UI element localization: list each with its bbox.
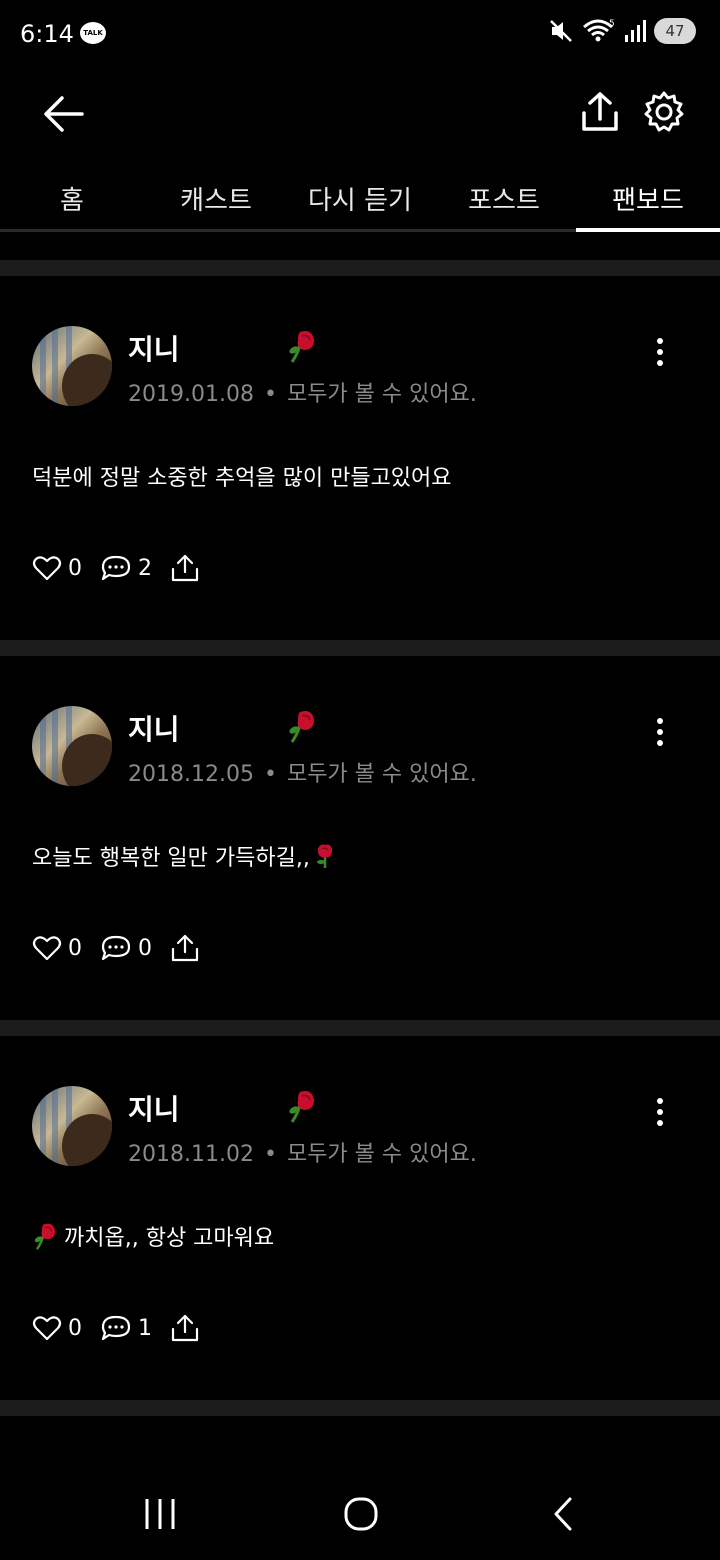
tab-fanboard[interactable]: 팬보드: [576, 162, 720, 232]
post-visibility: 모두가 볼 수 있어요.: [286, 1142, 477, 1167]
share-icon: [582, 92, 618, 131]
share-icon: [171, 554, 199, 582]
like-count: 0: [68, 935, 82, 961]
rose-icon: [316, 844, 332, 868]
wifi-label: 5: [609, 19, 615, 29]
like-button[interactable]: 0: [32, 934, 82, 962]
post-share-button[interactable]: [170, 1314, 200, 1342]
heart-icon: [32, 1316, 62, 1341]
arrow-left-icon: [44, 96, 84, 132]
signal-icon: [625, 20, 646, 42]
wifi-icon: 5: [583, 19, 615, 42]
tab-post[interactable]: 포스트: [432, 162, 576, 229]
comment-button[interactable]: 2: [100, 554, 152, 582]
app-header: [0, 68, 720, 158]
avatar[interactable]: [32, 1086, 112, 1166]
chevron-left-icon: [554, 1497, 572, 1531]
like-count: 0: [68, 1315, 82, 1341]
post-date: 2018.12.05: [128, 762, 254, 787]
recent-apps-icon: [145, 1499, 175, 1529]
post-share-button[interactable]: [170, 934, 200, 962]
more-options-button[interactable]: [644, 1094, 676, 1130]
tab-bar: 홈 캐스트 다시 듣기 포스트 팬보드: [0, 162, 720, 232]
post-date: 2018.11.02: [128, 1142, 254, 1167]
tab-cast[interactable]: 캐스트: [144, 162, 288, 229]
rose-icon: [34, 1223, 56, 1250]
post-text: 오늘도 행복한 일만 가득하길,,: [32, 846, 310, 871]
tab-home[interactable]: 홈: [0, 162, 144, 229]
rose-icon: [289, 331, 314, 363]
status-bar: 6:14 TALK 5 47: [0, 0, 720, 68]
kakaotalk-notification-icon: TALK: [80, 22, 106, 44]
fanboard-post: 지니 2018.12.05 • 모두가 볼 수 있어요. 오늘도 행복한 일만 가득…: [0, 656, 720, 1020]
share-button[interactable]: [574, 86, 626, 138]
comment-count: 0: [138, 935, 152, 961]
comment-icon: [101, 555, 131, 581]
share-icon: [171, 1314, 199, 1342]
battery-indicator: 47: [654, 18, 696, 44]
comment-count: 2: [138, 555, 152, 581]
divider: [0, 1400, 720, 1416]
post-actions: 0 0: [32, 932, 218, 964]
post-actions: 0 1: [32, 1312, 218, 1344]
post-body: 오늘도 행복한 일만 가득하길,,: [32, 840, 336, 872]
like-button[interactable]: 0: [32, 1314, 82, 1342]
heart-icon: [32, 936, 62, 961]
settings-button[interactable]: [638, 86, 690, 138]
post-body: 까치옵,, 항상 고마워요: [32, 1220, 274, 1252]
post-text: 까치옵,, 항상 고마워요: [64, 1226, 275, 1251]
recent-apps-button[interactable]: [130, 1490, 190, 1538]
post-actions: 0 2: [32, 552, 218, 584]
mute-icon: [550, 20, 572, 42]
home-button[interactable]: [331, 1490, 391, 1538]
comment-icon: [101, 935, 131, 961]
divider: [0, 260, 720, 276]
back-button[interactable]: [36, 88, 92, 140]
like-count: 0: [68, 555, 82, 581]
share-icon: [171, 934, 199, 962]
system-nav-bar: [0, 1460, 720, 1560]
divider: [0, 1020, 720, 1036]
avatar[interactable]: [32, 326, 112, 406]
post-date: 2019.01.08: [128, 382, 254, 407]
home-circle-icon: [344, 1497, 378, 1531]
more-options-button[interactable]: [644, 714, 676, 750]
tab-replay[interactable]: 다시 듣기: [288, 162, 432, 229]
like-button[interactable]: 0: [32, 554, 82, 582]
comment-count: 1: [138, 1315, 152, 1341]
author-name[interactable]: 지니: [128, 1088, 180, 1128]
post-visibility: 모두가 볼 수 있어요.: [286, 382, 477, 407]
post-meta: 2018.11.02 • 모두가 볼 수 있어요.: [128, 1142, 477, 1167]
post-share-button[interactable]: [170, 554, 200, 582]
post-body: 덕분에 정말 소중한 추억을 많이 만들고있어요: [32, 460, 452, 492]
comment-button[interactable]: 1: [100, 1314, 152, 1342]
fanboard-post: 지니 2018.11.02 • 모두가 볼 수 있어요. 까치옵,, 항상 고마워요…: [0, 1036, 720, 1400]
avatar[interactable]: [32, 706, 112, 786]
post-meta: 2018.12.05 • 모두가 볼 수 있어요.: [128, 762, 477, 787]
post-text: 덕분에 정말 소중한 추억을 많이 만들고있어요: [32, 466, 452, 491]
comment-button[interactable]: 0: [100, 934, 152, 962]
rose-icon: [289, 1091, 314, 1123]
fanboard-post: 지니 2019.01.08 • 모두가 볼 수 있어요. 덕분에 정말 소중한 추억…: [0, 276, 720, 640]
status-time: 6:14: [20, 20, 74, 48]
more-options-button[interactable]: [644, 334, 676, 370]
divider: [0, 640, 720, 656]
comment-icon: [101, 1315, 131, 1341]
author-name[interactable]: 지니: [128, 708, 180, 748]
system-back-button[interactable]: [534, 1490, 594, 1538]
heart-icon: [32, 556, 62, 581]
rose-icon: [289, 711, 314, 743]
gear-icon: [644, 91, 684, 132]
post-visibility: 모두가 볼 수 있어요.: [286, 762, 477, 787]
post-meta: 2019.01.08 • 모두가 볼 수 있어요.: [128, 382, 477, 407]
author-name[interactable]: 지니: [128, 328, 180, 368]
status-icons: 5 47: [548, 18, 696, 44]
